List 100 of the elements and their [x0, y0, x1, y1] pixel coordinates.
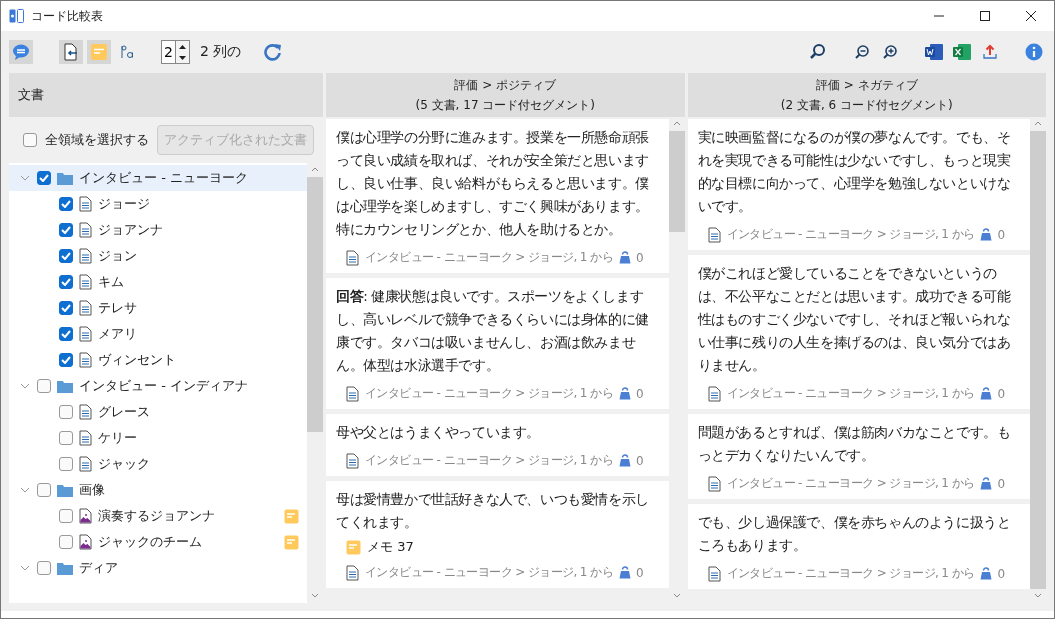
document-icon: [707, 385, 721, 402]
chevron-down-icon[interactable]: [19, 564, 31, 572]
image-file-icon: [79, 534, 92, 550]
tree-item[interactable]: メアリ: [9, 321, 307, 347]
document-icon: [79, 352, 92, 368]
tree-item[interactable]: 演奏するジョアンナ: [9, 503, 307, 529]
tree-item[interactable]: ケリー: [9, 425, 307, 451]
spin-down-icon[interactable]: [176, 52, 189, 63]
document-icon: [79, 456, 92, 472]
weight-value: 0: [635, 250, 644, 265]
weight-icon: [618, 454, 631, 467]
maximize-icon[interactable]: [980, 11, 990, 21]
comment-icon[interactable]: [9, 40, 33, 64]
folder-icon: [57, 379, 73, 393]
scrollbar-thumb[interactable]: [307, 177, 323, 433]
tree-item-label: 画像: [79, 481, 105, 499]
tree-item-label: テレサ: [98, 299, 137, 317]
tree-item[interactable]: グレース: [9, 399, 307, 425]
tree-item-label: ジャック: [98, 455, 150, 473]
document-icon: [79, 404, 92, 420]
tree-item[interactable]: ヴィンセント: [9, 347, 307, 373]
weight-icon: [618, 566, 631, 579]
tree-item[interactable]: ジョアンナ: [9, 217, 307, 243]
weight-value: 0: [997, 227, 1006, 242]
document-icon: [346, 249, 359, 266]
checkbox[interactable]: [37, 171, 51, 185]
checkbox[interactable]: [37, 379, 51, 393]
weight-icon: [980, 477, 993, 490]
tree-item[interactable]: テレサ: [9, 295, 307, 321]
checkbox[interactable]: [59, 353, 73, 367]
weight-icon: [618, 251, 631, 264]
checkbox[interactable]: [37, 561, 51, 575]
column-title: 評価 > ポジティブ: [454, 76, 557, 94]
tree-item-label: インタビュー - ニューヨーク: [79, 169, 248, 187]
close-icon[interactable]: [1026, 11, 1036, 21]
tree-item-label: ジョン: [98, 247, 137, 265]
document-icon: [707, 475, 721, 492]
tree-item[interactable]: ディア: [9, 555, 307, 581]
segment-source: インタビュー - ニューヨーク > ジョージ, 1 から: [365, 249, 613, 266]
checkbox[interactable]: [59, 431, 73, 445]
segment-source: インタビュー - ニューヨーク > ジョージ, 1 から: [726, 226, 975, 243]
chevron-down-icon[interactable]: [19, 382, 31, 390]
column-subtitle: (2 文書, 6 コード付セグメント): [780, 96, 953, 114]
weight-icon: [618, 387, 631, 400]
spin-up-icon[interactable]: [176, 41, 189, 52]
weight-value: 0: [635, 565, 644, 580]
checkbox[interactable]: [59, 197, 73, 211]
checkbox[interactable]: [59, 509, 73, 523]
document-icon: [79, 326, 92, 342]
tree-item[interactable]: キム: [9, 269, 307, 295]
column-title: 評価 > ネガティブ: [815, 76, 918, 94]
weight-value: 0: [997, 476, 1006, 491]
tree-item[interactable]: ジャック: [9, 451, 307, 477]
checkbox[interactable]: [59, 223, 73, 237]
document-icon: [346, 564, 359, 581]
document-icon: [79, 274, 92, 290]
tree-item[interactable]: ジョン: [9, 243, 307, 269]
segment-source: インタビュー - ニューヨーク > ジョージ, 1 から: [726, 565, 975, 582]
tree-item-label: メアリ: [98, 325, 137, 343]
checkbox[interactable]: [37, 483, 51, 497]
folder-icon: [57, 171, 73, 185]
checkbox[interactable]: [59, 405, 73, 419]
segment-text: 問題があるとすれば、僕は筋肉バカなことです。もっとデカくなりたいんです。: [697, 423, 1012, 465]
tree-item-label: ジョアンナ: [98, 221, 163, 239]
checkbox[interactable]: [23, 133, 37, 147]
weight-value: 0: [997, 386, 1006, 401]
checkbox[interactable]: [59, 457, 73, 471]
columns-label: 2 列の: [200, 43, 242, 61]
columns-input[interactable]: 2: [161, 40, 175, 64]
chevron-down-icon[interactable]: [19, 174, 31, 182]
checkbox[interactable]: [59, 327, 73, 341]
weight-icon: [980, 567, 993, 580]
app-icon: [9, 9, 25, 23]
tree-item[interactable]: ジャックのチーム: [9, 529, 307, 555]
checkbox[interactable]: [59, 249, 73, 263]
document-icon: [707, 226, 721, 243]
weight-value: 0: [997, 566, 1006, 581]
document-icon: [79, 222, 92, 238]
segment-source: インタビュー - ニューヨーク > ジョージ, 1 から: [365, 564, 613, 581]
tree-item-label: ジャックのチーム: [98, 533, 202, 551]
tree-item[interactable]: 画像: [9, 477, 307, 503]
document-icon: [346, 385, 359, 402]
weight-value: 0: [635, 453, 644, 468]
checkbox[interactable]: [59, 301, 73, 315]
column-subtitle: (5 文書, 17 コード付セグメント): [415, 96, 595, 114]
image-file-icon: [79, 508, 92, 524]
document-import-icon[interactable]: [59, 40, 83, 64]
checkbox[interactable]: [59, 275, 73, 289]
select-all-label: 全領域を選択する: [45, 131, 149, 149]
chevron-down-icon[interactable]: [19, 486, 31, 494]
tree-item[interactable]: インタビュー - インディアナ: [9, 373, 307, 399]
segment-text: 母は愛情豊かで世話好きな人で、いつも愛情を示してくれます。: [336, 490, 650, 532]
segment-source: インタビュー - ニューヨーク > ジョージ, 1 から: [726, 385, 975, 402]
tree-item-label: グレース: [98, 403, 150, 421]
checkbox[interactable]: [59, 535, 73, 549]
tree-item[interactable]: ジョージ: [9, 191, 307, 217]
window-title: コード比較表: [31, 7, 104, 25]
segment-source: インタビュー - ニューヨーク > ジョージ, 1 から: [365, 385, 613, 402]
tree-item-label: ディア: [79, 559, 118, 577]
tree-item[interactable]: インタビュー - ニューヨーク: [9, 165, 307, 191]
